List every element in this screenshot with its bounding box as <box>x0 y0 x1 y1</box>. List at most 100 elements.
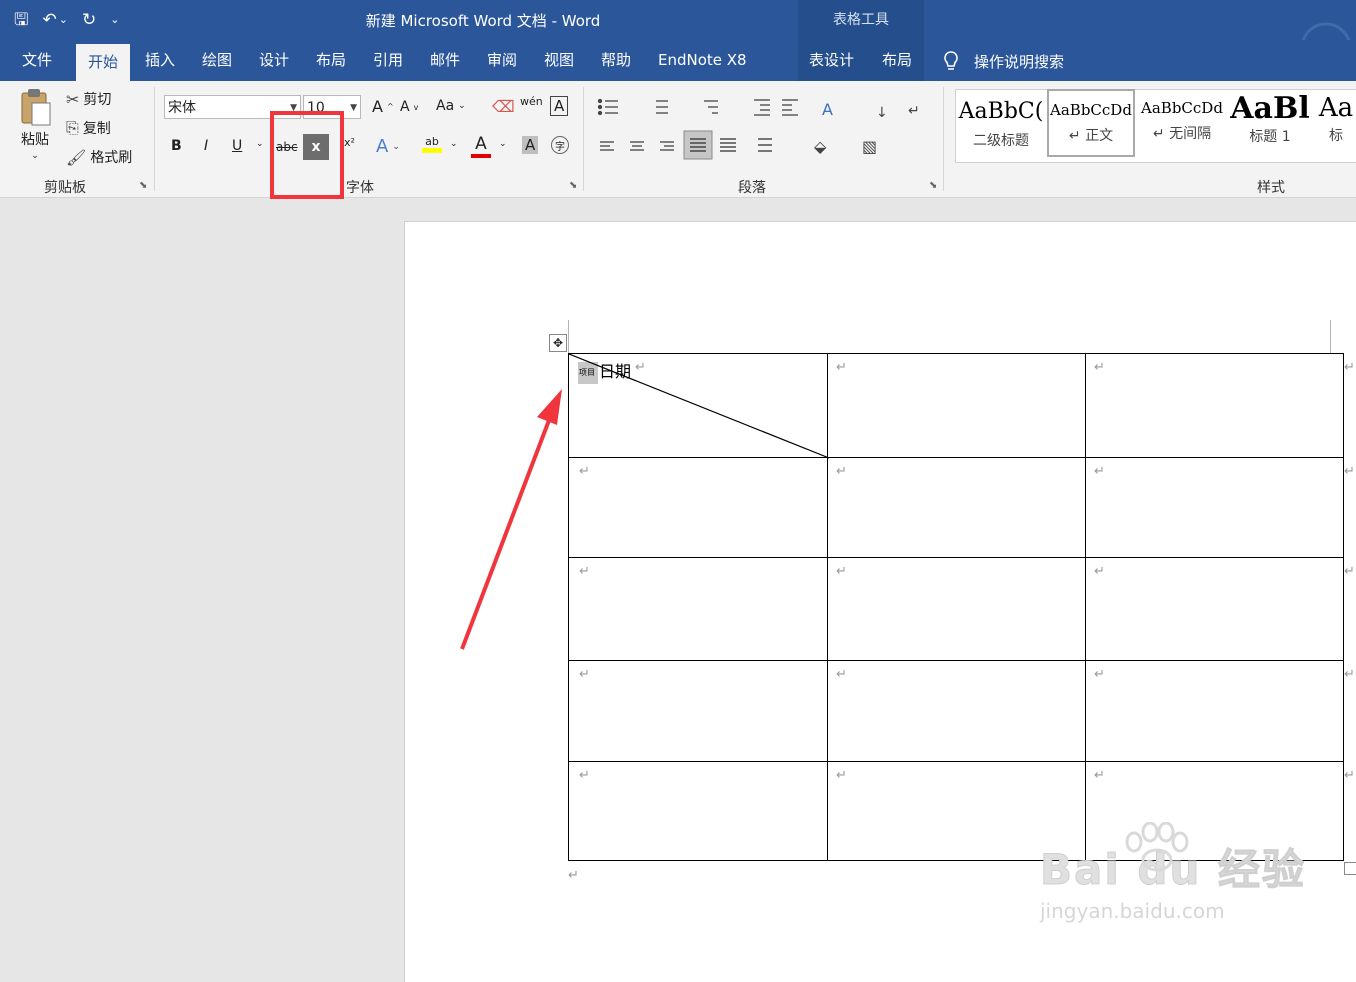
style-heading-1[interactable]: AaBl 标题 1 <box>1228 89 1312 157</box>
red-arrow-annotation <box>460 389 562 650</box>
paragraph-dialog-launcher-icon[interactable]: ⬊ <box>929 180 937 191</box>
row-end-mark: ↵ <box>1344 464 1355 479</box>
superscript-button[interactable]: x² <box>344 136 355 149</box>
style-name: 二级标题 <box>973 133 1029 149</box>
table-cell[interactable]: ↵ <box>827 557 1086 661</box>
margin-corner-mark <box>568 320 569 353</box>
character-border-icon: A <box>554 97 565 115</box>
table-cell[interactable]: ↵ <box>1085 457 1344 558</box>
table-cell[interactable]: ↵ <box>827 353 1086 458</box>
style-sample: AaBl <box>1230 91 1310 126</box>
font-dialog-launcher-icon[interactable]: ⬊ <box>569 180 577 191</box>
svg-text:⬙: ⬙ <box>814 137 827 156</box>
underline-icon: U <box>232 138 243 154</box>
table-tools-tabs: 表设计 布局 <box>798 40 924 81</box>
font-color-icon: A <box>475 134 487 154</box>
highlight-button[interactable]: ab <box>422 135 442 153</box>
tell-me-label: 操作说明搜索 <box>974 52 1065 71</box>
change-case-button[interactable]: Aa ⌄ <box>436 98 466 114</box>
chevron-down-icon: ⌄ <box>31 151 39 161</box>
copy-button[interactable]: ⎘ 复制 <box>66 118 111 138</box>
style-sample: Aa <box>1318 93 1354 123</box>
paragraph-mark: ↵ <box>1094 768 1105 783</box>
tab-file[interactable]: 文件 <box>22 40 52 81</box>
row-end-mark: ↵ <box>1344 360 1355 375</box>
style-no-spacing[interactable]: AaBbCcDd ↵ 无间隔 <box>1138 89 1226 157</box>
tab-insert[interactable]: 插入 <box>145 40 175 81</box>
paste-label: 粘贴 <box>21 132 49 148</box>
table-cell[interactable]: ↵ <box>1085 557 1344 661</box>
table-cell[interactable]: ↵ <box>568 557 828 661</box>
table-cell[interactable]: ↵ <box>568 660 828 762</box>
format-painter-button[interactable]: 🖌 格式刷 <box>66 147 132 167</box>
style-heading-2[interactable]: AaBbC( 二级标题 <box>957 89 1045 157</box>
table-cell[interactable]: ↵ <box>568 457 828 558</box>
enclose-characters-button[interactable]: 字 <box>551 136 569 154</box>
tell-me-search[interactable]: 操作说明搜索 <box>942 50 1064 72</box>
table-cell[interactable]: ↵ <box>1085 660 1344 762</box>
shrink-font-button[interactable]: Av <box>400 99 418 115</box>
font-name-value: 宋体 <box>168 100 196 116</box>
tab-endnote[interactable]: EndNote X8 <box>658 40 747 81</box>
margin-corner-mark <box>1330 320 1331 353</box>
character-border-button[interactable]: A <box>550 96 569 116</box>
tab-review[interactable]: 审阅 <box>487 40 517 81</box>
phonetic-guide-button[interactable]: wén <box>520 95 543 108</box>
tab-references[interactable]: 引用 <box>373 40 403 81</box>
tab-help[interactable]: 帮助 <box>601 40 631 81</box>
table-cell[interactable]: ↵ <box>1085 353 1344 458</box>
svg-text:A: A <box>822 100 833 119</box>
style-normal[interactable]: AaBbCcDd ↵ 正文 <box>1047 89 1135 157</box>
style-title[interactable]: Aa 标 <box>1316 89 1356 157</box>
styles-group-label: 样式 <box>1257 180 1285 196</box>
tab-mailings[interactable]: 邮件 <box>430 40 460 81</box>
paragraph-mark: ↵ <box>836 564 847 579</box>
font-color-dropdown-icon[interactable]: ⌄ <box>499 139 507 149</box>
cut-button[interactable]: ✂ 剪切 <box>66 89 111 109</box>
table-cell[interactable]: ↵ <box>568 761 828 861</box>
copy-icon: ⎘ <box>66 118 79 137</box>
bold-button[interactable]: B <box>171 138 182 154</box>
character-shading-button[interactable]: A <box>522 136 539 154</box>
style-name: 标 <box>1329 128 1343 144</box>
italic-icon: I <box>204 138 209 154</box>
paintbrush-icon: 🖌 <box>66 147 87 167</box>
table-cell[interactable]: ↵ <box>827 660 1086 762</box>
lightbulb-icon <box>944 51 958 70</box>
tab-layout[interactable]: 布局 <box>316 40 346 81</box>
document-table[interactable]: 项目 日期 ↵ ↵ ↵ ↵ ↵ ↵ ↵ ↵ ↵ ↵ ↵ ↵ ↵ ↵ ↵ <box>568 353 1344 861</box>
underline-dropdown-icon[interactable]: ⌄ <box>256 139 264 149</box>
highlighter-icon: ab <box>425 135 439 148</box>
style-name: ↵ 无间隔 <box>1152 126 1212 142</box>
text-effects-button[interactable]: A ⌄ <box>376 136 400 157</box>
table-cell[interactable]: 项目 日期 ↵ <box>568 353 829 459</box>
bold-icon: B <box>171 138 182 154</box>
paragraph-mark: ↵ <box>836 360 847 375</box>
table-tools-header: 表格工具 <box>798 0 924 40</box>
tab-table-layout[interactable]: 布局 <box>882 40 912 81</box>
table-move-handle-icon[interactable]: ✥ <box>549 334 567 352</box>
text-effects-icon: A <box>376 136 389 157</box>
highlight-dropdown-icon[interactable]: ⌄ <box>450 139 458 149</box>
scissors-icon: ✂ <box>66 89 80 109</box>
row-end-mark: ↵ <box>1344 768 1355 783</box>
paragraph-mark: ↵ <box>579 564 590 579</box>
tab-table-design[interactable]: 表设计 <box>809 40 854 81</box>
table-resize-handle[interactable] <box>1344 862 1356 875</box>
tab-view[interactable]: 视图 <box>544 40 574 81</box>
paragraph-mark: ↵ <box>836 667 847 682</box>
tab-draw[interactable]: 绘图 <box>202 40 232 81</box>
clipboard-dialog-launcher-icon[interactable]: ⬊ <box>139 180 147 191</box>
underline-button[interactable]: U <box>232 138 242 154</box>
tab-design[interactable]: 设计 <box>259 40 289 81</box>
font-color-button[interactable]: A <box>471 134 491 158</box>
paste-button[interactable]: 粘贴 ⌄ <box>18 87 52 161</box>
grow-font-button[interactable]: A ^ <box>372 97 394 116</box>
table-cell[interactable]: ↵ <box>827 457 1086 558</box>
ribbon: 粘贴 ⌄ ✂ 剪切 ⎘ 复制 🖌 格式刷 剪贴板 ⬊ 宋体 ▼ 10 ▼ A ^ … <box>0 81 1356 198</box>
italic-button[interactable]: I <box>204 138 208 154</box>
tab-home[interactable]: 开始 <box>76 44 131 81</box>
paw-logo-icon <box>1125 822 1189 872</box>
group-divider <box>583 87 584 191</box>
clear-formatting-button[interactable]: ⌫ <box>492 97 515 116</box>
